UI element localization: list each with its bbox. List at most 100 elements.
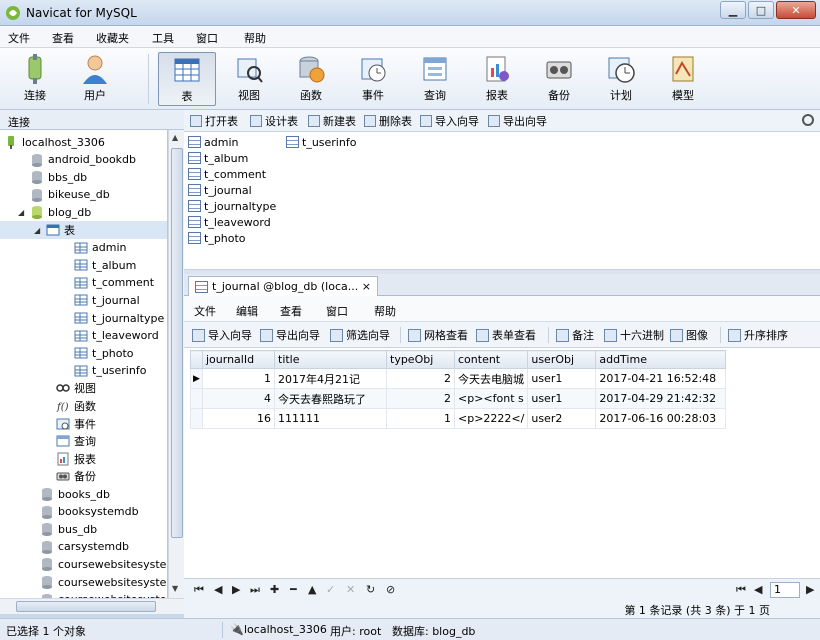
cancel-icon[interactable]: ✕ <box>346 583 355 596</box>
cell-addTime[interactable]: 2017-04-21 16:52:48 <box>595 368 727 389</box>
grid-view-button[interactable]: 网格查看 <box>408 327 468 343</box>
cell-journalId[interactable]: 1 <box>202 368 275 389</box>
column-header-userObj[interactable]: userObj <box>527 350 597 369</box>
tree-node-event[interactable]: 事件 <box>56 415 96 433</box>
toolbar-event-button[interactable]: 事件 <box>344 52 402 106</box>
scroll-thumb[interactable] <box>171 148 183 538</box>
current-row-indicator-icon[interactable]: ▶ <box>190 368 203 389</box>
tree-database[interactable]: coursewebsitesyster <box>40 591 167 598</box>
scroll-up-icon[interactable]: ▲ <box>172 133 178 142</box>
menu-window[interactable]: 窗口 <box>196 30 218 46</box>
table-row[interactable]: 16 111111 1 <p>2222</user2 2017-06-16 00:28:… <box>190 408 727 429</box>
expand-arrow-icon[interactable]: ◢ <box>18 208 28 217</box>
object-item-t_album[interactable]: t_album <box>188 150 248 166</box>
cell-content[interactable]: <p>2222</ <box>453 408 529 429</box>
form-view-button[interactable]: 表单查看 <box>476 327 536 343</box>
next-record-icon[interactable]: ▶ <box>232 583 240 596</box>
menu-view[interactable]: 查看 <box>52 30 74 46</box>
expand-arrow-icon[interactable]: ◢ <box>34 226 44 235</box>
h-scroll-thumb[interactable] <box>16 601 156 612</box>
cell-journalId[interactable]: 16 <box>202 408 275 429</box>
cell-title[interactable]: 今天去春熙路玩了 <box>274 388 387 409</box>
tree-database[interactable]: coursewebsitesyster <box>40 573 167 591</box>
tree-tables-node[interactable]: ◢ 表 <box>0 221 167 239</box>
new-table-button[interactable]: 新建表 <box>308 113 356 129</box>
import-wizard-button[interactable]: 导入向导 <box>192 327 252 343</box>
cell-userObj[interactable]: user1 <box>527 368 597 389</box>
first-record-icon[interactable]: ⏮ <box>194 583 204 597</box>
column-header-typeObj[interactable]: typeObj <box>386 350 455 369</box>
prev-record-icon[interactable]: ◀ <box>214 583 222 596</box>
object-item-admin[interactable]: admin <box>188 134 238 150</box>
tree-vertical-scrollbar[interactable]: ▲ ▼ <box>168 130 184 598</box>
minimize-button[interactable]: ▁ <box>720 1 746 19</box>
tree-database[interactable]: booksystemdb <box>40 503 139 521</box>
tree-database[interactable]: bbs_db <box>30 168 87 186</box>
object-item-t_photo[interactable]: t_photo <box>188 230 246 246</box>
cell-addTime[interactable]: 2017-04-29 21:42:32 <box>595 388 727 409</box>
export-wizard-button[interactable]: 导出向导 <box>488 113 547 129</box>
toolbar-backup-button[interactable]: 备份 <box>530 52 588 106</box>
cell-typeObj[interactable]: 1 <box>386 408 455 429</box>
inner-menu-view[interactable]: 查看 <box>280 303 302 319</box>
tree-node-report[interactable]: 报表 <box>56 450 96 468</box>
add-record-icon[interactable]: ✚ <box>270 583 279 596</box>
tree-node-func[interactable]: f() 函数 <box>56 397 96 415</box>
stop-icon[interactable]: ⊘ <box>386 583 395 596</box>
tree-table[interactable]: t_leaveword <box>74 327 159 345</box>
toolbar-connect-button[interactable]: 连接 <box>6 52 64 106</box>
expand-arrow-icon[interactable]: ◢ <box>0 138 2 147</box>
menu-file[interactable]: 文件 <box>8 30 30 46</box>
toolbar-table-button[interactable]: 表 <box>158 52 216 106</box>
tree-table[interactable]: admin <box>74 239 126 257</box>
inner-menu-window[interactable]: 窗口 <box>326 303 348 319</box>
first-page-icon[interactable]: ⏮ <box>736 583 746 597</box>
object-item-t_journal[interactable]: t_journal <box>188 182 252 198</box>
delete-table-button[interactable]: 删除表 <box>364 113 412 129</box>
table-row[interactable]: 4 今天去春熙路玩了 2 <p><font s user1 2017-04-29 21:4… <box>190 388 727 409</box>
cell-typeObj[interactable]: 2 <box>386 368 455 389</box>
scroll-down-icon[interactable]: ▼ <box>172 584 178 593</box>
toolbar-function-button[interactable]: 函数 <box>282 52 340 106</box>
tree-database[interactable]: coursewebsitesyster <box>40 555 167 573</box>
toolbar-schedule-button[interactable]: 计划 <box>592 52 650 106</box>
tree-table[interactable]: t_journaltype <box>74 309 164 327</box>
tree-database[interactable]: bikeuse_db <box>30 186 110 204</box>
object-item-t_leaveword[interactable]: t_leaveword <box>188 214 271 230</box>
column-header-content[interactable]: content <box>453 350 529 369</box>
tree-connection-localhost[interactable]: ◢ localhost_3306 <box>0 133 105 151</box>
cell-content[interactable]: 今天去电脑城 <box>453 368 529 389</box>
row-indicator[interactable] <box>190 408 203 429</box>
memo-button[interactable]: 备注 <box>556 327 594 343</box>
apply-icon[interactable]: ✓ <box>326 583 335 596</box>
object-item-t_userinfo[interactable]: t_userinfo <box>286 134 356 150</box>
column-header-addTime[interactable]: addTime <box>595 350 727 369</box>
toolbar-model-button[interactable]: 模型 <box>654 52 712 106</box>
tree-table[interactable]: t_journal <box>74 291 140 309</box>
table-row[interactable]: ▶ 1 2017年4月21记 2 今天去电脑城 user1 2017-04-21 16:52… <box>190 368 727 389</box>
tree-node-query[interactable]: 查询 <box>56 432 96 450</box>
search-icon[interactable] <box>802 114 814 126</box>
hex-button[interactable]: 十六进制 <box>604 327 664 343</box>
image-button[interactable]: 图像 <box>670 327 708 343</box>
toolbar-view-button[interactable]: 视图 <box>220 52 278 106</box>
prev-page-icon[interactable]: ◀ <box>754 583 762 596</box>
design-table-button[interactable]: 设计表 <box>250 113 298 129</box>
tree-horizontal-scrollbar[interactable] <box>0 598 184 614</box>
sort-ascending-button[interactable]: 升序排序 <box>728 327 788 343</box>
toolbar-report-button[interactable]: 报表 <box>468 52 526 106</box>
inner-menu-help[interactable]: 帮助 <box>374 303 396 319</box>
tree-table[interactable]: t_album <box>74 256 136 274</box>
toolbar-user-button[interactable]: 用户 <box>66 52 124 106</box>
column-header-journalId[interactable]: journalId <box>202 350 275 369</box>
tab-t_journal[interactable]: t_journal @blog_db (loca... × <box>188 276 378 296</box>
object-item-t_comment[interactable]: t_comment <box>188 166 266 182</box>
tree-node-view[interactable]: 视图 <box>56 379 96 397</box>
tree-table[interactable]: t_userinfo <box>74 362 146 380</box>
cell-title[interactable]: 111111 <box>274 408 387 429</box>
tree-database[interactable]: books_db <box>40 485 110 503</box>
cell-addTime[interactable]: 2017-06-16 00:28:03 <box>595 408 727 429</box>
last-record-icon[interactable]: ⏭ <box>250 583 260 597</box>
page-number-input[interactable]: 1 <box>770 582 800 598</box>
tree-database[interactable]: android_bookdb <box>30 151 136 169</box>
